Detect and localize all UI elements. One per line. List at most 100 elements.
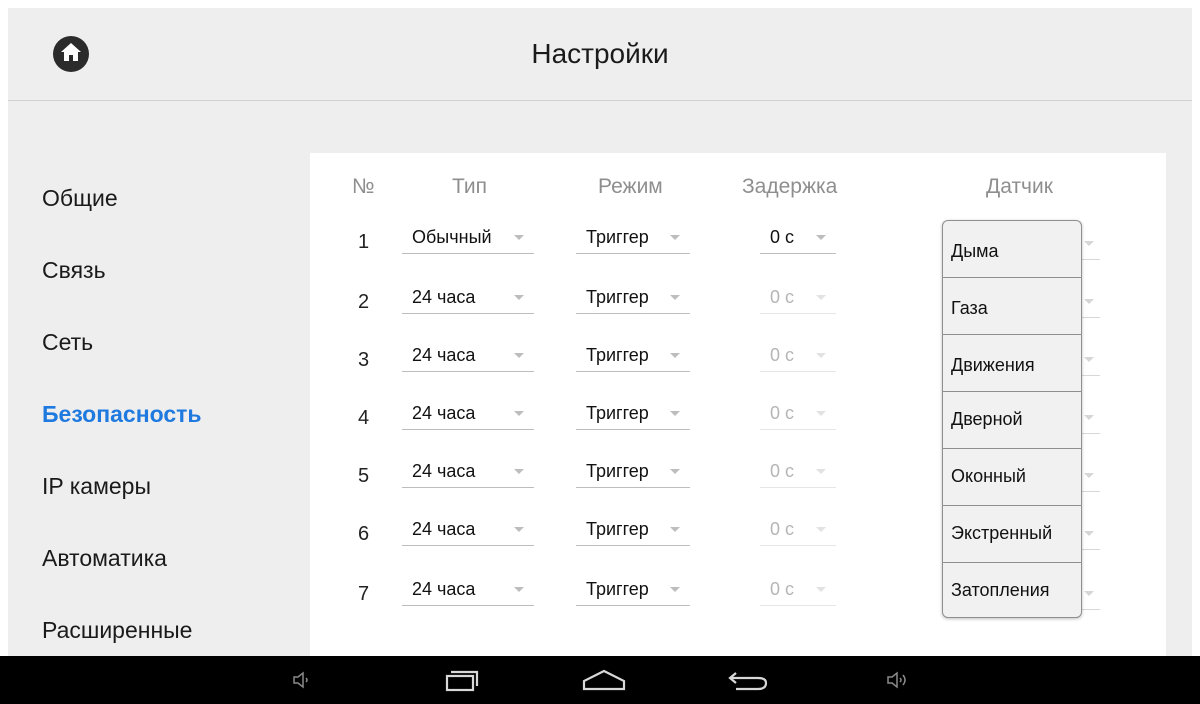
sidebar-item-automation[interactable]: Автоматика [42, 545, 167, 572]
delay-value: 0 с [770, 579, 795, 599]
type-dropdown[interactable]: Обычный [402, 227, 534, 254]
type-dropdown[interactable]: 24 часа [402, 287, 534, 314]
column-header-delay: Задержка [742, 175, 838, 198]
dropdown-arrow-icon [670, 587, 680, 592]
column-header-type: Тип [452, 175, 488, 198]
home-nav-icon[interactable] [576, 656, 632, 704]
dropdown-arrow-icon [514, 469, 524, 474]
dropdown-arrow-icon [1084, 357, 1094, 362]
column-header-mode: Режим [598, 175, 663, 198]
type-value: Обычный [412, 227, 492, 247]
dropdown-arrow-icon [670, 235, 680, 240]
sidebar-item-ip-cameras[interactable]: IP камеры [42, 473, 151, 500]
row-number: 4 [358, 407, 370, 429]
sidebar-item-general[interactable]: Общие [42, 185, 118, 212]
delay-dropdown: 0 с [760, 461, 836, 488]
home-button[interactable] [53, 36, 89, 72]
option-label: Экстренный [951, 523, 1053, 543]
recent-apps-icon[interactable] [434, 656, 490, 704]
delay-dropdown: 0 с [760, 345, 836, 372]
type-value: 24 часа [412, 345, 476, 365]
volume-down-icon[interactable] [282, 656, 322, 704]
type-value: 24 часа [412, 461, 476, 481]
option-label: Дверной [951, 409, 1023, 429]
sidebar-item-advanced[interactable]: Расширенные [42, 617, 192, 644]
settings-screen: Настройки Общие Связь Сеть Безопасность … [8, 8, 1192, 656]
dropdown-arrow-icon [514, 353, 524, 358]
dropdown-arrow-icon [1084, 531, 1094, 536]
dropdown-arrow-icon [670, 527, 680, 532]
dropdown-arrow-icon [514, 235, 524, 240]
sensor-option-motion[interactable]: Движения [943, 335, 1081, 392]
mode-dropdown[interactable]: Триггер [576, 345, 690, 372]
header-bar: Настройки [8, 8, 1192, 101]
delay-dropdown[interactable]: 0 с [760, 227, 836, 254]
dropdown-arrow-icon [514, 295, 524, 300]
option-label: Оконный [951, 466, 1026, 486]
back-icon[interactable] [720, 656, 776, 704]
option-label: Движения [951, 355, 1035, 375]
option-label: Газа [951, 298, 988, 318]
sidebar-item-communication[interactable]: Связь [42, 257, 106, 284]
mode-value: Триггер [586, 403, 649, 423]
dropdown-arrow-icon [816, 527, 826, 532]
column-header-sensor: Датчик [986, 175, 1053, 198]
dropdown-arrow-icon [816, 587, 826, 592]
dropdown-arrow-icon [670, 295, 680, 300]
sensor-options-popup: Дыма Газа Движения Дверной Оконный Экстр… [942, 220, 1082, 618]
dropdown-arrow-icon [1084, 415, 1094, 420]
type-dropdown[interactable]: 24 часа [402, 345, 534, 372]
sidebar-item-network[interactable]: Сеть [42, 329, 93, 356]
mode-value: Триггер [586, 519, 649, 539]
dropdown-arrow-icon [816, 469, 826, 474]
sensor-option-emergency[interactable]: Экстренный [943, 506, 1081, 563]
option-label: Затопления [951, 580, 1050, 600]
dropdown-arrow-icon [1084, 473, 1094, 478]
dropdown-arrow-icon [670, 353, 680, 358]
row-number: 5 [358, 465, 370, 487]
mode-dropdown[interactable]: Триггер [576, 227, 690, 254]
sensor-option-smoke[interactable]: Дыма [943, 221, 1081, 278]
delay-value: 0 с [770, 519, 795, 539]
mode-dropdown[interactable]: Триггер [576, 519, 690, 546]
type-dropdown[interactable]: 24 часа [402, 403, 534, 430]
dropdown-arrow-icon [816, 235, 826, 240]
mode-dropdown[interactable]: Триггер [576, 403, 690, 430]
dropdown-arrow-icon [816, 295, 826, 300]
type-value: 24 часа [412, 519, 476, 539]
mode-value: Триггер [586, 287, 649, 307]
dropdown-arrow-icon [670, 469, 680, 474]
delay-value: 0 с [770, 403, 795, 423]
mode-value: Триггер [586, 227, 649, 247]
sidebar-item-security[interactable]: Безопасность [42, 401, 202, 428]
sensor-option-flood[interactable]: Затопления [943, 563, 1081, 617]
mode-value: Триггер [586, 345, 649, 365]
type-dropdown[interactable]: 24 часа [402, 461, 534, 488]
mode-dropdown[interactable]: Триггер [576, 579, 690, 606]
volume-up-icon[interactable] [878, 656, 918, 704]
type-value: 24 часа [412, 403, 476, 423]
mode-value: Триггер [586, 579, 649, 599]
delay-dropdown: 0 с [760, 403, 836, 430]
delay-dropdown: 0 с [760, 519, 836, 546]
type-dropdown[interactable]: 24 часа [402, 579, 534, 606]
mode-dropdown[interactable]: Триггер [576, 461, 690, 488]
page-title: Настройки [531, 38, 669, 69]
mode-dropdown[interactable]: Триггер [576, 287, 690, 314]
sensor-option-gas[interactable]: Газа [943, 278, 1081, 335]
delay-value: 0 с [770, 461, 795, 481]
delay-value: 0 с [770, 227, 795, 247]
column-header-num: № [352, 175, 375, 198]
row-number: 6 [358, 523, 370, 545]
sensor-option-door[interactable]: Дверной [943, 392, 1081, 449]
dropdown-arrow-icon [816, 353, 826, 358]
dropdown-arrow-icon [670, 411, 680, 416]
delay-dropdown: 0 с [760, 579, 836, 606]
sensor-option-window[interactable]: Оконный [943, 449, 1081, 506]
row-number: 1 [358, 231, 370, 253]
dropdown-arrow-icon [1084, 299, 1094, 304]
row-number: 3 [358, 349, 370, 371]
dropdown-arrow-icon [514, 587, 524, 592]
type-dropdown[interactable]: 24 часа [402, 519, 534, 546]
system-nav-bar [0, 656, 1200, 704]
